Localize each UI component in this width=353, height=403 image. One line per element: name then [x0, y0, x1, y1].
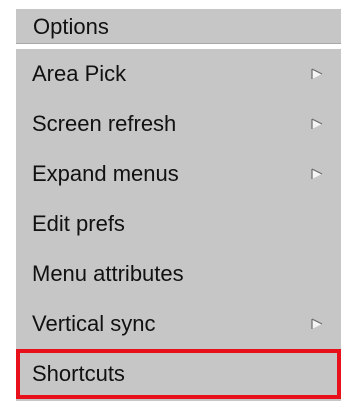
menu-item-label: Area Pick — [32, 61, 127, 86]
menu-item-label: Menu attributes — [32, 261, 184, 286]
submenu-arrow-icon — [311, 118, 323, 129]
menu-item-menu-attributes[interactable]: Menu attributes — [16, 249, 341, 299]
menu-title: Options — [33, 14, 109, 39]
menu-item-label: Shortcuts — [32, 361, 125, 386]
submenu-arrow-icon — [311, 318, 323, 329]
menu-item-screen-refresh[interactable]: Screen refresh — [16, 99, 341, 149]
menu-item-expand-menus[interactable]: Expand menus — [16, 149, 341, 199]
submenu-arrow-icon — [311, 168, 323, 179]
menu-item-vertical-sync[interactable]: Vertical sync — [16, 299, 341, 349]
menu-items-panel: Area Pick Screen refresh Expand menus Ed… — [16, 49, 341, 401]
menu-item-label: Vertical sync — [32, 311, 156, 336]
menu-item-area-pick[interactable]: Area Pick — [16, 49, 341, 99]
menu-item-label: Screen refresh — [32, 111, 177, 136]
options-menu: Options Area Pick Screen refresh Expand … — [0, 0, 353, 403]
menu-item-shortcuts[interactable]: Shortcuts — [16, 349, 341, 399]
menu-title-bar: Options — [16, 9, 341, 44]
menu-item-label: Expand menus — [32, 161, 179, 186]
menu-item-label: Edit prefs — [32, 211, 125, 236]
menu-item-edit-prefs[interactable]: Edit prefs — [16, 199, 341, 249]
submenu-arrow-icon — [311, 68, 323, 79]
